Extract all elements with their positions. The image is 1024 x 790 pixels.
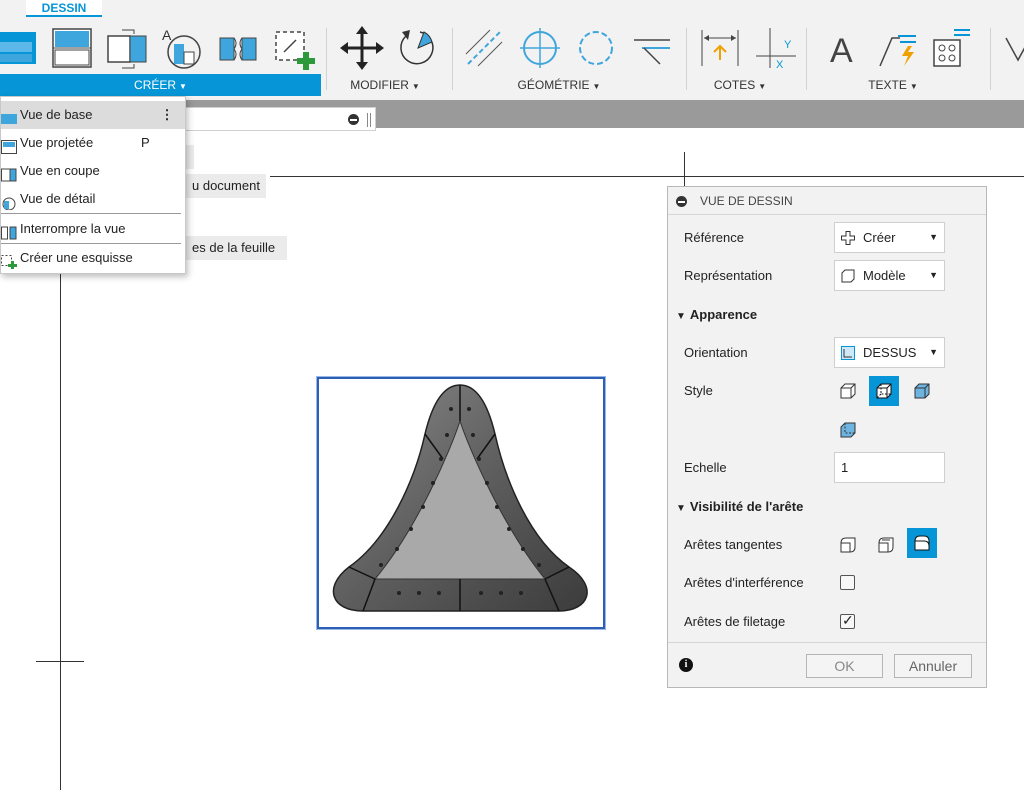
hidden-edges-icon[interactable]	[869, 376, 899, 406]
group-creer[interactable]: CRÉER ▼	[0, 74, 321, 96]
scale-label: Echelle	[684, 460, 727, 475]
sheet-border-top	[270, 176, 1024, 177]
thread-edges-checkbox[interactable]	[840, 612, 855, 629]
group-geometrie[interactable]: GÉOMÉTRIE ▼	[500, 74, 618, 96]
orientation-select[interactable]: DESSUS ▼	[834, 337, 945, 368]
base-view-icon	[1, 108, 17, 124]
svg-text:A: A	[830, 32, 853, 70]
plus-outline-icon	[841, 231, 855, 245]
creer-dropdown-menu: Vue de base ⋮ Vue projetée P Vue en coup…	[0, 96, 186, 274]
group-texte[interactable]: TEXTE ▼	[840, 74, 946, 96]
menu-item-detail-view[interactable]: Vue de détail	[1, 185, 185, 213]
interference-edges-checkbox[interactable]	[840, 575, 855, 590]
group-modifier[interactable]: MODIFIER ▼	[330, 74, 440, 96]
sketch-icon	[1, 251, 17, 269]
rotate-icon[interactable]	[394, 26, 438, 70]
detail-view-icon	[1, 192, 17, 211]
collapse-icon[interactable]	[676, 196, 687, 207]
tab-dessin[interactable]: DESSIN	[26, 0, 102, 17]
tangent-edges-off-icon[interactable]	[833, 530, 863, 560]
projected-view-icon[interactable]	[50, 26, 94, 70]
cancel-button[interactable]: Annuler	[894, 654, 972, 678]
center-mark-icon[interactable]	[518, 26, 562, 70]
dialog-divider	[668, 642, 986, 643]
dimension-icon[interactable]	[698, 26, 742, 70]
style-label: Style	[684, 383, 713, 398]
section-appearance[interactable]: ▼ Apparence	[676, 307, 757, 322]
tangent-edges-on-icon[interactable]	[871, 530, 901, 560]
browser-panel-header	[180, 107, 376, 131]
shaded-hidden-edges-icon[interactable]	[833, 415, 863, 445]
detail-view-icon[interactable]: A	[160, 26, 204, 70]
filter-icon[interactable]	[1000, 26, 1024, 70]
representation-select[interactable]: Modèle ▼	[834, 260, 945, 291]
ribbon-divider	[326, 28, 327, 90]
dialog-header: VUE DE DESSIN	[668, 187, 986, 215]
ribbon-divider	[806, 28, 807, 90]
panel-grip-icon[interactable]	[367, 113, 371, 127]
collapse-icon[interactable]	[348, 114, 359, 125]
triangular-part-drawing	[332, 384, 588, 612]
leader-icon[interactable]	[630, 26, 674, 70]
menu-item-projected-view[interactable]: Vue projetée P	[1, 129, 185, 157]
move-icon[interactable]	[340, 26, 384, 70]
break-view-icon	[1, 222, 17, 240]
note-icon[interactable]	[876, 26, 920, 70]
ok-button[interactable]: OK	[806, 654, 883, 678]
menu-item-break-view[interactable]: Interrompre la vue	[1, 215, 185, 243]
chevron-down-icon: ▼	[929, 232, 938, 242]
reference-label: Référence	[684, 230, 744, 245]
break-view-icon[interactable]	[216, 26, 260, 70]
table-icon[interactable]	[928, 26, 972, 70]
section-edge-visibility[interactable]: ▼ Visibilité de l'arête	[676, 499, 803, 514]
svg-text:X: X	[776, 59, 784, 70]
chevron-down-icon: ▼	[929, 270, 938, 280]
section-view-icon	[1, 164, 17, 182]
projected-view-icon	[1, 136, 17, 154]
thread-edges-label: Arêtes de filetage	[684, 614, 786, 629]
ribbon-divider	[686, 28, 687, 90]
drawing-view-preview[interactable]	[317, 377, 605, 629]
circle-icon[interactable]	[574, 26, 618, 70]
chevron-down-icon: ▼	[929, 347, 938, 357]
ribbon-divider	[990, 28, 991, 90]
browser-item-document[interactable]: u document	[186, 174, 266, 198]
ribbon-toolbar: DESSIN A CRÉER▼ MODIFIER▼ GÉOMÉTRIE▼	[0, 0, 1024, 100]
text-icon[interactable]: A	[822, 26, 866, 70]
top-view-icon	[841, 346, 855, 360]
menu-divider	[1, 213, 181, 214]
sheet-zone-tick	[36, 661, 84, 662]
visible-edges-icon[interactable]	[833, 376, 863, 406]
sheet-zone-tick	[684, 152, 685, 188]
tangent-edges-full-icon[interactable]	[907, 528, 937, 558]
menu-item-base-view[interactable]: Vue de base ⋮	[1, 101, 185, 129]
ribbon-divider	[452, 28, 453, 90]
interference-edges-label: Arêtes d'interférence	[684, 575, 804, 590]
sheet-border-left	[60, 270, 61, 790]
svg-text:A: A	[162, 27, 172, 43]
more-options-icon[interactable]: ⋮	[159, 101, 175, 129]
menu-item-create-sketch[interactable]: Créer une esquisse	[1, 244, 185, 272]
group-cotes[interactable]: COTES ▼	[692, 74, 788, 96]
orientation-label: Orientation	[684, 345, 748, 360]
menu-item-section-view[interactable]: Vue en coupe	[1, 157, 185, 185]
tangent-edges-label: Arêtes tangentes	[684, 537, 783, 552]
reference-select[interactable]: Créer ▼	[834, 222, 945, 253]
drawing-view-dialog: VUE DE DESSIN Référence Créer ▼ Représen…	[667, 186, 987, 688]
dialog-title: VUE DE DESSIN	[700, 194, 793, 208]
info-icon[interactable]: i	[679, 658, 693, 672]
sketch-icon[interactable]	[272, 26, 316, 70]
shaded-icon[interactable]	[907, 376, 937, 406]
svg-text:Y: Y	[784, 39, 792, 51]
browser-item-sheet[interactable]: es de la feuille	[186, 236, 288, 260]
model-icon	[841, 269, 855, 283]
scale-input[interactable]: 1	[834, 452, 945, 483]
base-view-icon[interactable]	[0, 26, 40, 70]
representation-label: Représentation	[684, 268, 773, 283]
centerline-icon[interactable]	[462, 26, 506, 70]
section-view-icon[interactable]	[104, 26, 148, 70]
ordinate-icon[interactable]: YX	[754, 26, 798, 70]
